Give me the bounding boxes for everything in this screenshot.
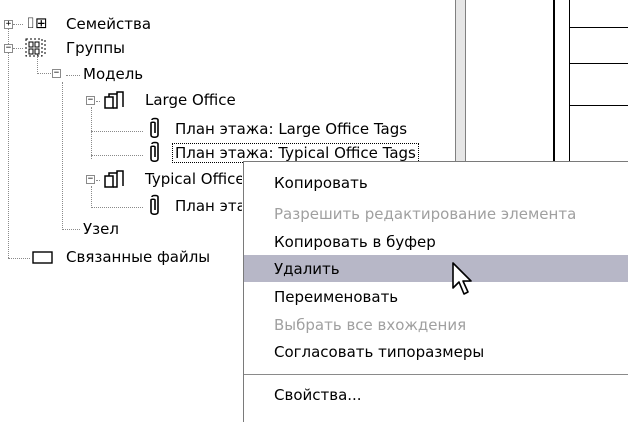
menu-item-properties[interactable]: Свойства... [244,381,628,408]
tree-connector [96,180,100,181]
tree-connector [91,107,92,159]
tree-connector [62,229,80,230]
tree-connector [8,25,9,258]
menu-item-allow-element-editing[interactable]: Разрешить редактирование элемента [244,200,628,227]
tree-item-label: Связанные файлы [66,248,211,266]
tree-item-label: Typical Office [145,170,242,188]
attached-detail-icon [148,117,162,139]
drawing-line [569,27,628,28]
menu-item-select-all-instances[interactable]: Выбрать все вхождения [244,311,628,338]
drawing-line [569,63,628,64]
context-menu: Копировать Разрешить редактирование элем… [243,161,628,422]
tree-item-groups[interactable]: Группы [63,37,128,59]
tree-item-model[interactable]: Модель [80,63,146,85]
tree-item-label: План этажа: Typical Office Tags [175,197,242,215]
tree-item-linked-files[interactable]: Связанные файлы [63,246,213,268]
drawing-line [569,105,628,106]
collapse-button[interactable]: − [86,175,95,184]
tree-item-label: План этажа: Typical Office Tags [172,143,419,163]
collapse-button[interactable]: − [86,96,95,105]
attached-detail-icon [148,141,162,163]
tree-item-floor-plan-large-office-tags[interactable]: План этажа: Large Office Tags [172,118,410,140]
tree-item-large-office[interactable]: Large Office [142,89,239,111]
groups-icon [25,38,58,58]
tree-connector [91,207,143,208]
tree-connector [91,155,143,156]
tree-connector [13,48,23,49]
tree-item-label: План этажа: Large Office Tags [175,120,408,138]
group-model-icon [103,91,139,111]
tree-item-families[interactable]: Семейства [63,13,154,35]
tree-item-label: Группы [66,39,126,57]
tree-connector [91,131,143,132]
attached-detail-icon [148,194,162,216]
menu-item-copy[interactable]: Копировать [244,169,628,196]
tree-connector [91,186,92,208]
tree-item-label: Модель [83,65,144,83]
tree-connector [8,258,30,259]
tree-connector [13,24,23,25]
menu-item-match-types[interactable]: Согласовать типоразмеры [244,338,628,365]
mouse-pointer-icon [452,262,472,295]
menu-item-rename[interactable]: Переименовать [244,283,628,310]
collapse-button[interactable]: − [52,69,61,78]
tree-item-label: Large Office [145,91,236,109]
group-model-icon [103,170,139,190]
tree-connector [62,82,63,230]
menu-item-delete[interactable]: Удалить [244,255,628,282]
menu-item-copy-to-clipboard[interactable]: Копировать в буфер [244,228,628,255]
expand-button[interactable]: + [4,20,13,29]
families-icon: ⌷⊞ [26,14,48,32]
tree-item-typical-office[interactable]: Typical Office [142,168,242,190]
tree-item-label: Узел [83,220,119,238]
linked-files-icon [32,251,54,265]
tree-connector [96,101,100,102]
menu-separator [244,374,628,375]
tree-item-detail[interactable]: Узел [80,218,122,240]
tree-item-floor-plan-typical-office-tags-2[interactable]: План этажа: Typical Office Tags [172,195,242,217]
tree-connector [66,75,80,76]
collapse-button[interactable]: − [4,44,13,53]
tree-item-label: Семейства [66,15,152,33]
